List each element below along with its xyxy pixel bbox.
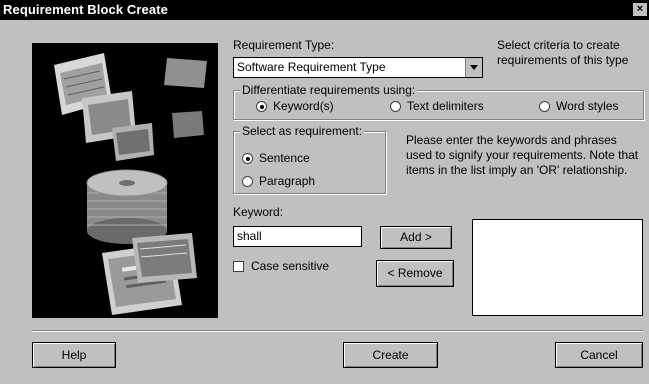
remove-button[interactable]: < Remove bbox=[376, 260, 454, 287]
close-button[interactable]: × bbox=[633, 3, 647, 16]
radio-word-styles-label: Word styles bbox=[556, 99, 619, 113]
select-as-requirement-label: Select as requirement: bbox=[240, 124, 365, 138]
radio-paragraph[interactable]: Paragraph bbox=[242, 174, 315, 188]
differentiate-group-label: Differentiate requirements using: bbox=[240, 83, 418, 97]
requirement-type-value: Software Requirement Type bbox=[237, 60, 386, 74]
requirement-block-create-dialog: Requirement Block Create × Requirement T… bbox=[0, 0, 649, 384]
radio-paragraph-label: Paragraph bbox=[259, 174, 316, 188]
help-button[interactable]: Help bbox=[32, 342, 116, 368]
checkbox-icon bbox=[233, 260, 244, 272]
chevron-down-icon[interactable] bbox=[465, 58, 482, 77]
radio-selected-icon bbox=[242, 152, 253, 164]
radio-word-styles[interactable]: Word styles bbox=[539, 99, 618, 113]
window-title: Requirement Block Create bbox=[3, 2, 168, 17]
radio-sentence-label: Sentence bbox=[259, 151, 310, 165]
keyword-input[interactable]: shall bbox=[233, 226, 362, 247]
radio-sentence[interactable]: Sentence bbox=[242, 151, 310, 165]
create-button[interactable]: Create bbox=[343, 342, 438, 368]
case-sensitive-checkbox[interactable]: Case sensitive bbox=[233, 259, 329, 273]
radio-unselected-icon bbox=[242, 175, 253, 187]
keyword-info-text: Please enter the keywords and phrases us… bbox=[406, 133, 639, 177]
keyword-list[interactable] bbox=[472, 219, 643, 316]
requirement-type-hint: Select criteria to create requirements o… bbox=[497, 38, 629, 67]
add-button[interactable]: Add > bbox=[380, 226, 452, 249]
radio-text-delimiters[interactable]: Text delimiters bbox=[390, 99, 484, 113]
radio-keywords-label: Keyword(s) bbox=[273, 99, 334, 113]
separator bbox=[32, 330, 643, 332]
radio-unselected-icon bbox=[539, 100, 550, 112]
illustration-image bbox=[32, 43, 218, 318]
documents-and-disks-illustration bbox=[32, 43, 218, 318]
keyword-input-value: shall bbox=[237, 229, 262, 243]
requirement-type-select[interactable]: Software Requirement Type bbox=[233, 57, 483, 78]
radio-unselected-icon bbox=[390, 100, 401, 112]
keyword-label: Keyword: bbox=[233, 205, 284, 219]
cancel-button[interactable]: Cancel bbox=[555, 342, 643, 368]
requirement-type-label: Requirement Type: bbox=[233, 38, 335, 52]
radio-keywords[interactable]: Keyword(s) bbox=[256, 99, 334, 113]
disk-stack bbox=[86, 169, 168, 244]
radio-selected-icon bbox=[256, 100, 267, 112]
case-sensitive-label: Case sensitive bbox=[251, 259, 330, 273]
title-bar[interactable]: Requirement Block Create × bbox=[0, 0, 649, 20]
radio-text-delimiters-label: Text delimiters bbox=[407, 99, 484, 113]
